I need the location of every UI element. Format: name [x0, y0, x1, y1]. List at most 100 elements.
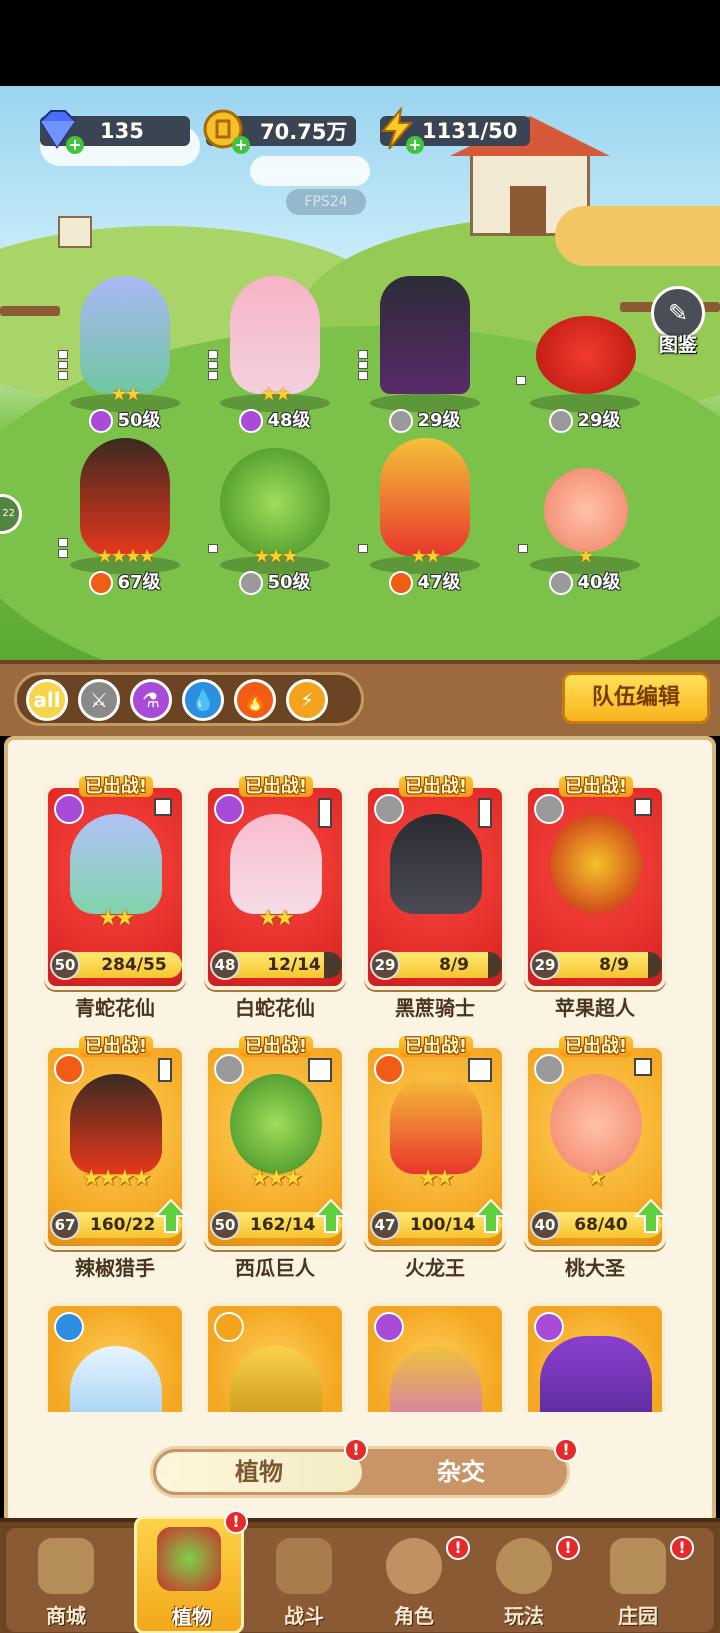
upgrade-arrow-icon[interactable]	[634, 1198, 668, 1234]
filter-potion-button[interactable]: ⚗	[130, 679, 172, 721]
alert-badge: !	[344, 1438, 368, 1462]
hero-stars: ★★	[410, 546, 441, 567]
filter-water-button[interactable]: 💧	[182, 679, 224, 721]
sword-icon	[534, 794, 564, 824]
card-portrait	[70, 1346, 162, 1412]
progress-text: 162/14	[250, 1215, 316, 1235]
card-level: 29	[370, 950, 400, 980]
side-badge: 22	[2, 508, 15, 519]
card-name: 火龙王	[405, 1256, 465, 1280]
filter-lightning-button[interactable]: ⚡	[286, 679, 328, 721]
potion-icon	[534, 1312, 564, 1342]
bottom-nav-inner: 商城 植物 战斗 角色 玩法 庄园	[6, 1516, 714, 1633]
card-stars: ★★★	[249, 1166, 303, 1191]
card-level: 50	[210, 1210, 240, 1240]
filter-all-button[interactable]: all	[26, 679, 68, 721]
upgrade-arrow-icon[interactable]	[154, 1198, 188, 1234]
sword-icon	[214, 1054, 244, 1084]
nav-label: 植物	[172, 1605, 212, 1629]
card-partial[interactable]	[44, 1302, 186, 1412]
filter-sword-button[interactable]: ⚔	[78, 679, 120, 721]
hero-watermelon-giant[interactable]: ★★★ 50级	[208, 438, 340, 598]
card-stars: ★	[586, 1166, 607, 1191]
hero-apple-superman[interactable]: 29级	[516, 276, 650, 436]
card-level: 50	[50, 950, 80, 980]
deployed-badge: 已出战!	[56, 1032, 176, 1058]
tab-plants[interactable]: 植物	[156, 1452, 362, 1492]
hero-sprite	[544, 468, 628, 552]
gold-value: 70.75万	[260, 120, 348, 144]
sword-icon	[549, 571, 574, 595]
nav-label: 商城	[46, 1604, 86, 1628]
sword-icon	[239, 571, 264, 595]
slot-icon	[634, 798, 652, 816]
gold-counter[interactable]: + 70.75万	[203, 109, 356, 154]
hero-stars: ★★	[110, 384, 141, 405]
nav-battle[interactable]: 战斗	[252, 1528, 356, 1632]
hero-black-cane-knight[interactable]: 29级	[358, 276, 490, 436]
add-energy-icon[interactable]: +	[406, 136, 424, 154]
card-stars: ★★	[98, 906, 134, 931]
plants-icon	[157, 1527, 221, 1591]
tab-hybrid[interactable]: 杂交	[358, 1452, 564, 1492]
hero-fire-dragon-king[interactable]: ★★ 47级	[358, 438, 490, 598]
sword-icon: ⚔	[90, 688, 108, 712]
energy-counter[interactable]: + 1131/50	[380, 107, 530, 154]
fire-icon	[89, 571, 114, 595]
add-gems-icon[interactable]: +	[66, 136, 84, 154]
gameplay-icon	[496, 1538, 552, 1594]
hero-level: 48级	[210, 406, 340, 433]
progress-text: 8/9	[439, 955, 469, 975]
slot-marker	[208, 350, 218, 381]
team-edit-button[interactable]: 队伍编辑	[562, 672, 710, 724]
water-drop-icon: 💧	[190, 688, 216, 712]
add-gold-icon[interactable]: +	[232, 136, 250, 154]
card-level: 47	[370, 1210, 400, 1240]
energy-value: 1131/50	[422, 119, 518, 143]
card-portrait	[230, 1074, 322, 1174]
gems-value: 135	[100, 119, 144, 143]
hero-green-snake-fairy[interactable]: ★★ 50级	[58, 276, 190, 436]
card-portrait	[70, 1074, 162, 1174]
codex-button[interactable]: ✎ 图鉴	[646, 286, 710, 356]
card-name: 辣椒猎手	[75, 1256, 155, 1280]
character-icon	[386, 1538, 442, 1594]
upgrade-arrow-icon[interactable]	[314, 1198, 348, 1234]
filter-fire-button[interactable]: 🔥	[234, 679, 276, 721]
hero-sprite	[80, 438, 170, 556]
potion-icon	[89, 409, 114, 433]
card-white-snake-fairy[interactable]: ★★ 12/14 48	[204, 784, 346, 990]
card-green-snake-fairy[interactable]: ★★ 284/55 50	[44, 784, 186, 990]
potion-icon	[54, 794, 84, 824]
gems-counter[interactable]: + 135	[39, 110, 190, 154]
card-apple-superman[interactable]: 8/9 29	[524, 784, 666, 990]
card-black-cane-knight[interactable]: 8/9 29	[364, 784, 506, 990]
card-portrait	[550, 1074, 642, 1174]
hero-level: 50级	[210, 568, 340, 595]
cloud	[250, 156, 370, 186]
hero-sprite	[80, 276, 170, 394]
hero-level: 50级	[60, 406, 190, 433]
hero-white-snake-fairy[interactable]: ★★ 48级	[208, 276, 340, 436]
hero-level: 47级	[360, 568, 490, 595]
deployed-badge: 已出战!	[536, 1032, 656, 1058]
progress-text: 160/22	[90, 1215, 156, 1235]
bottom-nav: 商城 植物 战斗 角色 玩法 庄园	[0, 1516, 720, 1633]
lightning-icon: ⚡	[299, 688, 315, 712]
nav-shop[interactable]: 商城	[14, 1528, 118, 1632]
hero-peach-sage[interactable]: ★ 40级	[518, 438, 650, 598]
upgrade-arrow-icon[interactable]	[474, 1198, 508, 1234]
card-partial[interactable]	[204, 1302, 346, 1412]
progress-text: 100/14	[410, 1215, 476, 1235]
slot-icon	[318, 798, 332, 828]
card-portrait	[230, 1346, 322, 1412]
sword-icon	[374, 794, 404, 824]
hero-chili-hunter[interactable]: ★★★★ 67级	[58, 438, 190, 598]
card-name: 青蛇花仙	[75, 996, 155, 1020]
hero-stars: ★	[577, 546, 594, 567]
slot-icon	[634, 1058, 652, 1076]
nav-plants[interactable]: 植物	[134, 1516, 244, 1633]
card-partial[interactable]	[524, 1302, 666, 1412]
card-partial[interactable]	[364, 1302, 506, 1412]
hero-level: 67级	[60, 568, 190, 595]
